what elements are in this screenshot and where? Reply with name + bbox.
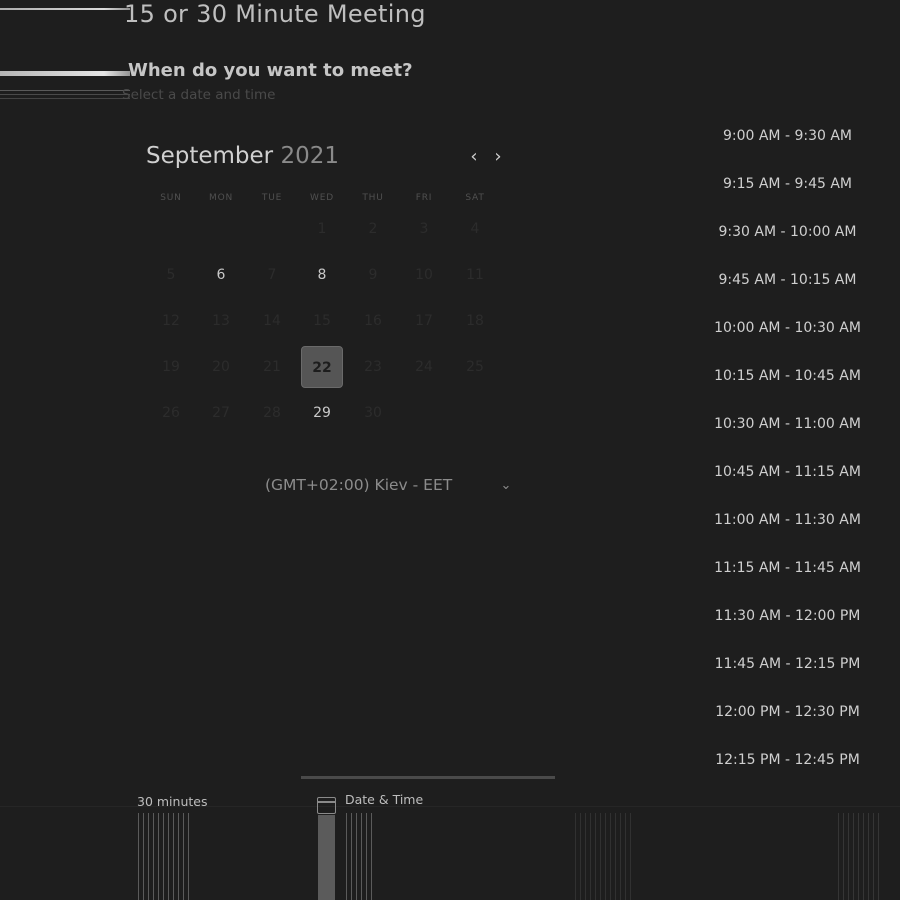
weekday-label: SUN [160,193,182,203]
weekday-label: MON [209,193,233,203]
render-artifact [138,813,190,900]
weekday-label: SAT [465,193,485,203]
calendar-day: 9 [368,267,378,283]
time-slot-button[interactable]: 11:30 AM - 12:00 PM [700,601,875,631]
calendar-day: 15 [313,313,331,329]
active-tab-indicator [301,776,555,779]
calendar-day: 30 [364,405,382,421]
calendar-day: 28 [263,405,281,421]
calendar-day: 3 [419,221,429,237]
weekday-label: FRI [415,193,433,203]
render-artifact [575,813,633,900]
page-title: 15 or 30 Minute Meeting [124,0,426,28]
tab-duration[interactable]: 30 minutes [137,794,207,809]
calendar-day[interactable]: 6 [200,254,242,296]
calendar-day: 23 [364,359,382,375]
calendar-day: 11 [466,267,484,283]
calendar-day: 16 [364,313,382,329]
calendar-month: September [146,143,274,169]
calendar-day: 5 [166,267,176,283]
calendar-day: 4 [470,221,480,237]
time-slot-button[interactable]: 10:45 AM - 11:15 AM [700,457,875,487]
time-slot-button[interactable]: 10:00 AM - 10:30 AM [700,313,875,343]
time-slot-button[interactable]: 11:00 AM - 11:30 AM [700,505,875,535]
tab-date-time[interactable]: Date & Time [345,792,423,807]
calendar-day: 14 [263,313,281,329]
calendar-day: 25 [466,359,484,375]
calendar-day[interactable]: 8 [301,254,343,296]
calendar-day: 19 [162,359,180,375]
calendar-day: 2 [368,221,378,237]
time-slot-button[interactable]: 11:15 AM - 11:45 AM [700,553,875,583]
section-subtitle: Select a date and time [122,87,276,103]
divider [0,806,900,807]
calendar-day: 17 [415,313,433,329]
time-slot-button[interactable]: 9:00 AM - 9:30 AM [700,121,875,151]
calendar-day: 21 [263,359,281,375]
chevron-left-icon: ‹ [470,146,478,167]
previous-month-button[interactable]: ‹ [465,146,483,168]
calendar-year: 2021 [280,143,339,169]
section-heading: When do you want to meet? [128,60,413,81]
calendar-day: 27 [212,405,230,421]
time-slot-button[interactable]: 9:15 AM - 9:45 AM [700,169,875,199]
edge-artifact [0,94,130,95]
calendar-day: 12 [162,313,180,329]
calendar-day-selected[interactable]: 22 [301,346,343,388]
time-slot-button[interactable]: 10:30 AM - 11:00 AM [700,409,875,439]
time-slot-button[interactable]: 9:45 AM - 10:15 AM [700,265,875,295]
time-slot-button[interactable]: 10:15 AM - 10:45 AM [700,361,875,391]
calendar-day: 20 [212,359,230,375]
timezone-select[interactable]: (GMT+02:00) Kiev - EET [265,476,452,494]
render-artifact [838,813,880,900]
tab-progress-bar [318,815,335,900]
calendar-day[interactable]: 29 [301,392,343,434]
edge-artifact [0,90,130,91]
edge-artifact [0,71,130,76]
weekday-label: THU [362,193,384,203]
render-artifact [346,813,374,900]
time-slot-button[interactable]: 12:15 PM - 12:45 PM [700,745,875,775]
edge-artifact [0,98,130,99]
calendar-day: 24 [415,359,433,375]
calendar-day: 13 [212,313,230,329]
calendar-day: 10 [415,267,433,283]
calendar-day: 1 [317,221,327,237]
weekday-label: WED [310,193,334,203]
calendar-day: 7 [267,267,277,283]
weekday-label: TUE [261,193,283,203]
calendar-month-label: September 2021 [146,143,339,169]
edge-artifact [0,8,130,10]
scheduling-page: 15 or 30 Minute Meeting When do you want… [0,0,900,900]
time-slot-button[interactable]: 9:30 AM - 10:00 AM [700,217,875,247]
calendar-icon [317,797,336,814]
chevron-down-icon[interactable]: ⌄ [497,478,515,496]
calendar-day: 18 [466,313,484,329]
next-month-button[interactable]: › [489,146,507,168]
time-slot-button[interactable]: 11:45 AM - 12:15 PM [700,649,875,679]
chevron-right-icon: › [494,146,502,167]
time-slot-button[interactable]: 12:00 PM - 12:30 PM [700,697,875,727]
calendar-day: 26 [162,405,180,421]
